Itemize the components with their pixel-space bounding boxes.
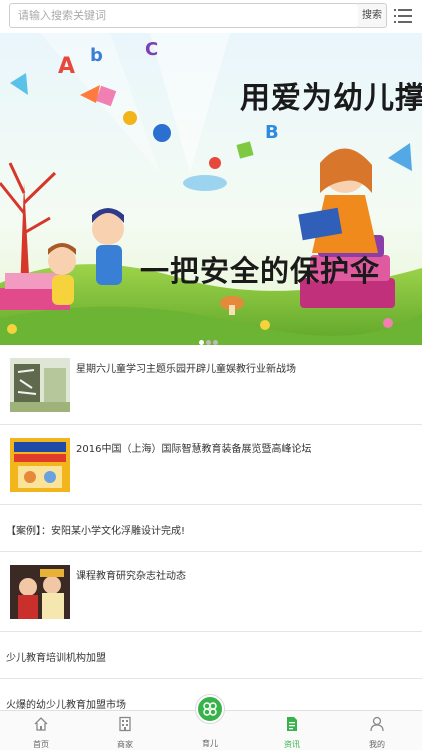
carousel-indicators [199,330,220,345]
user-icon [370,716,384,732]
search-input[interactable] [10,4,360,27]
search-button[interactable]: 搜索 [358,3,387,28]
building-icon [119,716,131,732]
banner-carousel[interactable]: A b C B 用爱为幼儿撑起 一把安全的保护伞 [0,33,422,345]
document-icon [287,717,297,731]
tab-parenting-label: 育儿 [202,739,218,748]
list-item[interactable]: 【案例】：安阳某小学文化浮雕设计完成! [0,505,422,552]
list-item[interactable]: 课程教育研究杂志社动态 [0,552,422,632]
tab-mine-label: 我的 [369,740,385,749]
banner-headline: 用爱为幼儿撑起 [240,81,422,116]
news-title: 2016中国（上海）国际智慧教育装备展览暨高峰论坛 [76,444,312,455]
news-thumbnail [10,565,70,619]
news-title: 火爆的幼少儿教育加盟市场 [6,700,126,711]
news-title: 星期六儿童学习主题乐园开辟儿童娱教行业新战场 [76,364,296,375]
list-item[interactable]: 2016中国（上海）国际智慧教育装备展览暨高峰论坛 [0,425,422,505]
news-thumbnail [10,438,70,492]
tab-news[interactable]: 资讯 [262,711,322,750]
tab-parenting[interactable] [196,695,224,723]
tab-home[interactable]: 首页 [11,711,71,750]
clover-icon [203,702,217,716]
tab-mine[interactable]: 我的 [347,711,407,750]
list-item[interactable]: 星期六儿童学习主题乐园开辟儿童娱教行业新战场 [0,345,422,425]
news-title: 少儿教育培训机构加盟 [6,653,106,664]
svg-text:A: A [58,54,75,79]
search-box [9,3,360,28]
list-menu-icon[interactable] [394,7,412,25]
tab-merchant[interactable]: 商家 [95,711,155,750]
list-item[interactable]: 少儿教育培训机构加盟 [0,632,422,679]
tab-home-label: 首页 [33,740,49,749]
home-icon [34,717,48,731]
svg-text:B: B [265,122,279,143]
news-title: 课程教育研究杂志社动态 [76,571,186,582]
search-bar: 搜索 [0,0,422,33]
svg-text:C: C [145,39,158,60]
tab-news-label: 资讯 [284,740,300,749]
banner-subheadline: 一把安全的保护伞 [140,254,381,288]
news-list: 星期六儿童学习主题乐园开辟儿童娱教行业新战场 2016中国（上海）国际智慧教育装… [0,345,422,726]
news-thumbnail [10,358,70,412]
svg-text:b: b [90,45,103,66]
news-title: 【案例】：安阳某小学文化浮雕设计完成! [6,526,186,537]
tab-merchant-label: 商家 [117,740,133,749]
